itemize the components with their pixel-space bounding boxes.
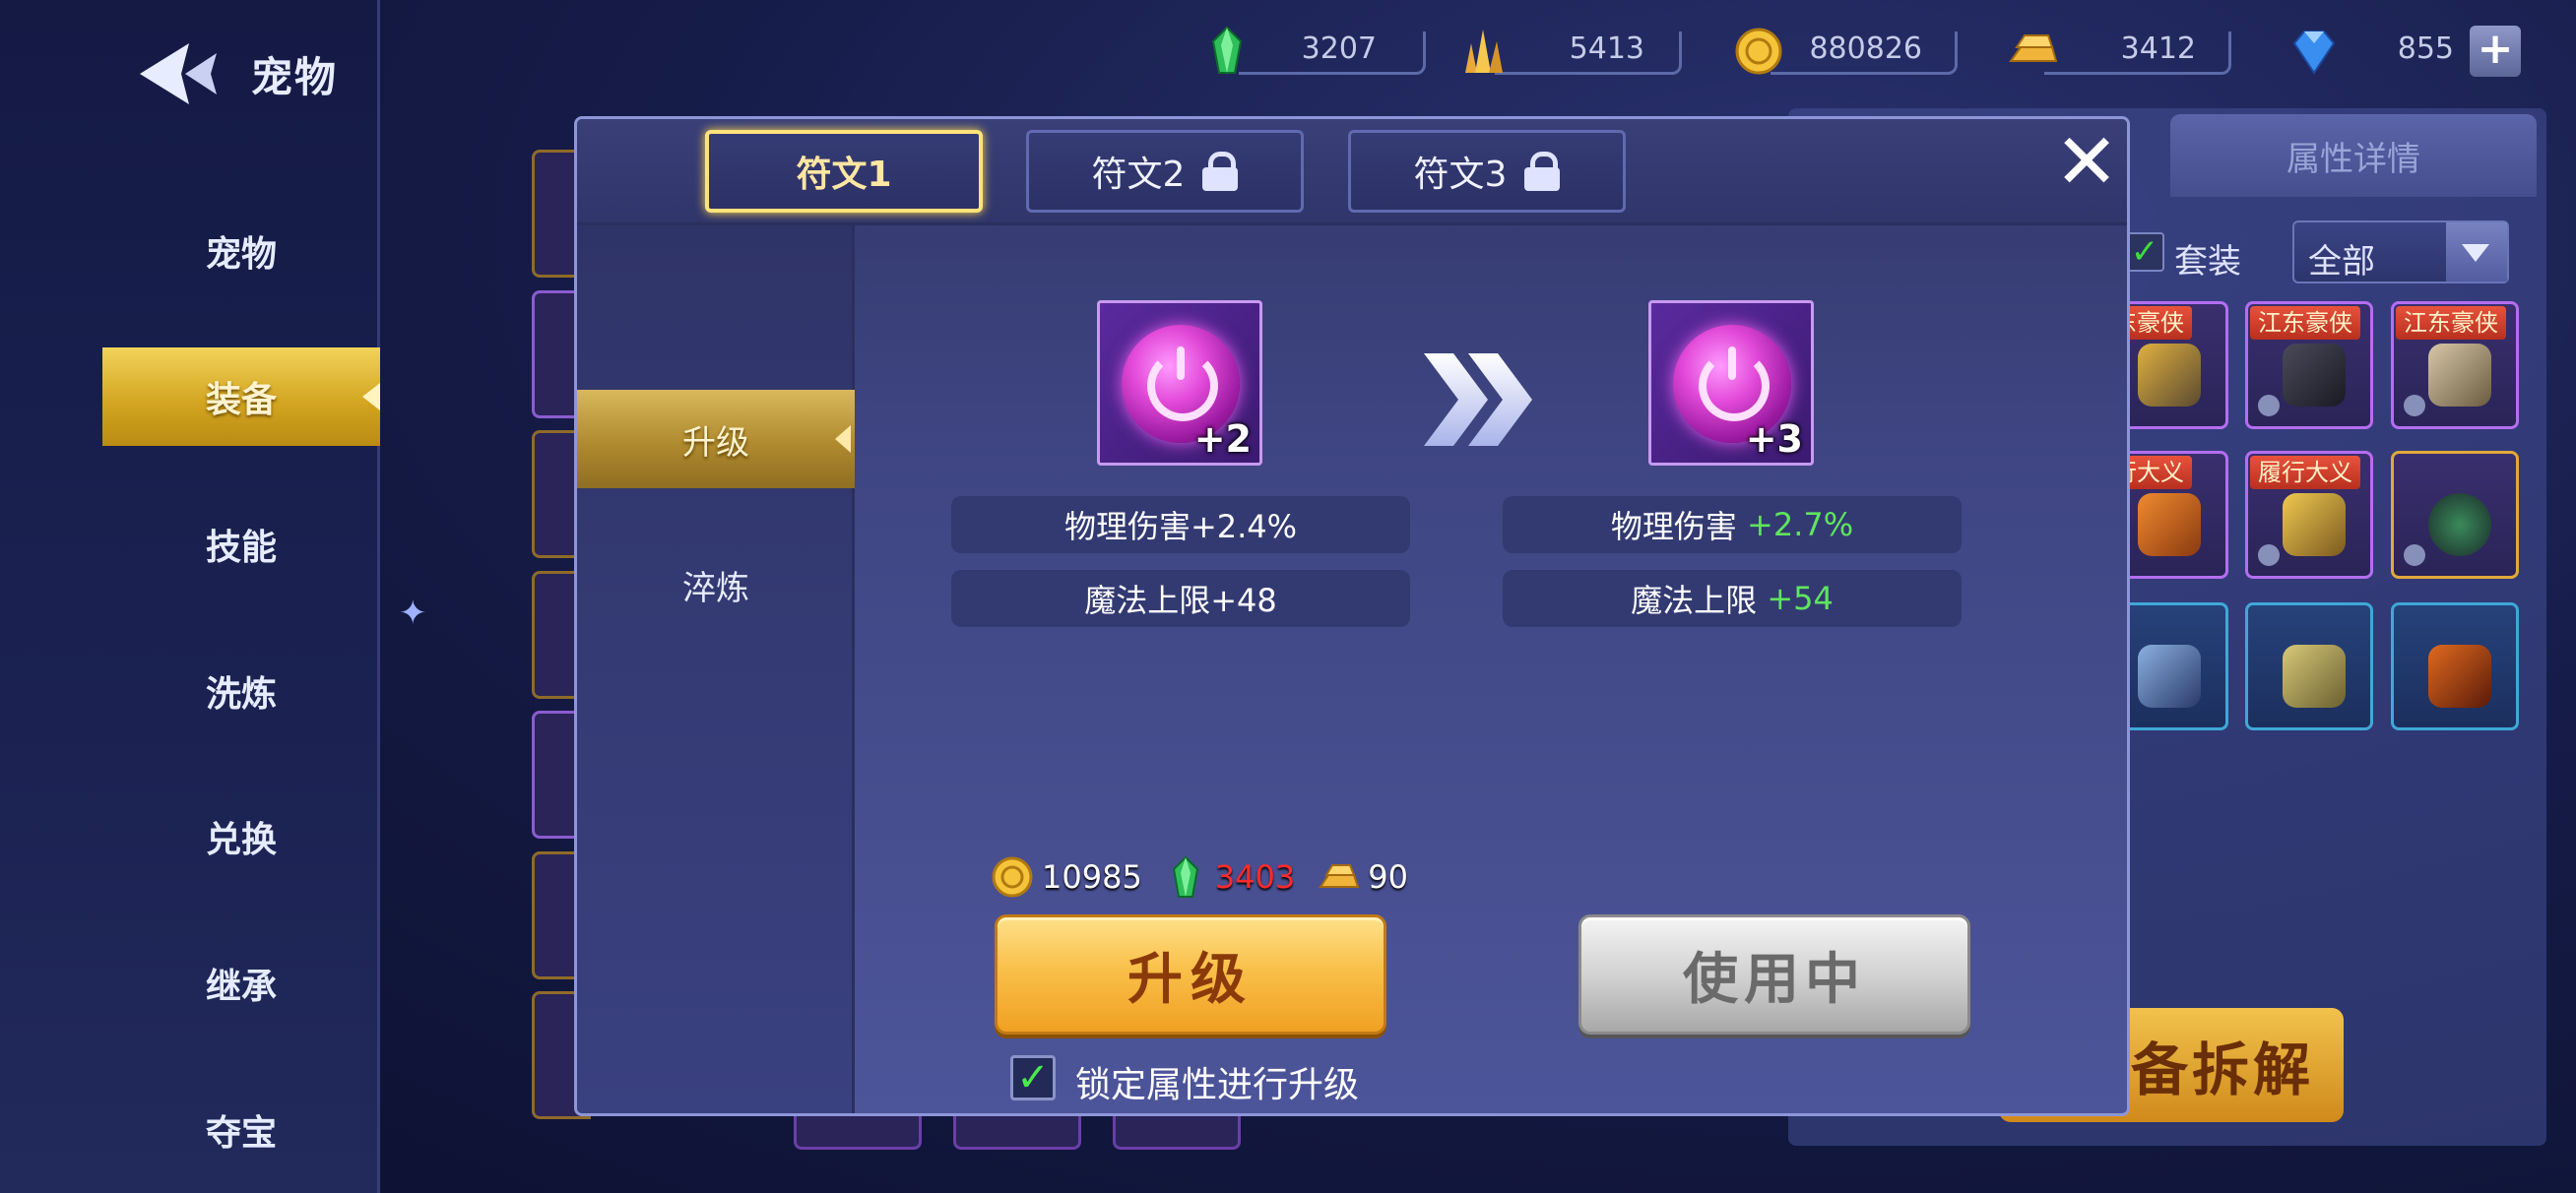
lock-attributes-label: 锁定属性进行升级	[1075, 1065, 1360, 1105]
currency-green-gem: 3207	[1199, 22, 1426, 77]
sidebar-item-skill[interactable]: 技能	[102, 495, 380, 594]
next-rune-level: +3	[1745, 417, 1803, 461]
next-stat-magic-limit: 魔法上限 +54	[1503, 570, 1962, 627]
double-chevron-right-icon	[1424, 353, 1532, 446]
suit-filter-label: 套装	[2174, 242, 2241, 282]
gold-coin-icon	[1735, 28, 1782, 75]
gauntlet-icon	[2283, 645, 2346, 708]
tab-attribute-details[interactable]: 属性详情	[2170, 114, 2537, 197]
left-sidebar: 宠物 宠物 装备 技能 洗炼 兑换 继承 夺宝	[0, 0, 380, 1193]
sidebar-item-pet[interactable]: 宠物	[102, 202, 380, 300]
cost-gem-value: 3403	[1214, 858, 1296, 896]
lock-icon	[1202, 152, 1239, 191]
tab-rune-3[interactable]: 符文3	[1348, 130, 1626, 213]
sidebar-item-inherit[interactable]: 继承	[102, 934, 380, 1033]
filter-select-value: 全部	[2308, 242, 2375, 282]
sidebar-item-treasure[interactable]: 夺宝	[102, 1081, 380, 1179]
armor-icon	[2283, 344, 2346, 407]
inventory-item[interactable]	[2391, 602, 2519, 730]
in-use-button[interactable]: 使用中	[1578, 914, 1970, 1035]
belt-icon	[2138, 493, 2201, 556]
sidebar-item-refine[interactable]: 洗炼	[102, 642, 380, 740]
sidebar-item-label: 装备	[205, 380, 277, 420]
currency-gold-coin: 880826	[1731, 22, 1958, 77]
side-item-upgrade[interactable]: 升级	[577, 390, 855, 488]
currency-blue-diamond: 855	[2286, 22, 2483, 77]
back-arrow-icon[interactable]	[138, 39, 226, 108]
cost-gold-bar-value: 90	[1368, 858, 1408, 896]
lock-icon	[2404, 395, 2425, 416]
sidebar-item-exchange[interactable]: 兑换	[102, 787, 380, 886]
currency-gold-bar: 3412	[2005, 22, 2231, 77]
gold-bar-icon	[2009, 34, 2058, 62]
lock-icon	[2258, 395, 2280, 416]
tab-rune-2[interactable]: 符文2	[1026, 130, 1304, 213]
rune-tab-bar: 符文1 符文2 符文3 ✕	[577, 119, 2127, 225]
boots-icon	[2138, 344, 2201, 407]
inventory-item[interactable]: 江东豪侠	[2391, 301, 2519, 429]
current-rune-icon: +2	[1097, 300, 1262, 466]
helmet-icon	[2283, 493, 2346, 556]
suit-filter-checkbox[interactable]: ✓	[2125, 232, 2164, 272]
stat-increase-value: +54	[1767, 580, 1834, 617]
inventory-item[interactable]: 江东豪侠	[2245, 301, 2373, 429]
cape-icon	[2428, 645, 2491, 708]
sidebar-item-equipment[interactable]: 装备	[102, 347, 380, 446]
filter-select[interactable]: 全部	[2292, 220, 2509, 283]
add-currency-button[interactable]: +	[2470, 26, 2521, 77]
next-stat-physical-damage: 物理伤害 +2.7%	[1503, 496, 1962, 553]
green-gem-icon	[1172, 855, 1198, 898]
current-rune-level: +2	[1193, 417, 1252, 461]
upgrade-button[interactable]: 升级	[995, 914, 1386, 1035]
current-stat-physical-damage: 物理伤害+2.4%	[951, 496, 1410, 553]
rune-upgrade-dialog: 符文1 符文2 符文3 ✕ 升级 淬炼 +2 +3 物理伤害+2.4% 魔法上限…	[574, 116, 2130, 1116]
lock-icon	[2258, 544, 2280, 566]
lock-attributes-checkbox[interactable]: ✓	[1010, 1055, 1056, 1100]
current-stat-magic-limit: 魔法上限+48	[951, 570, 1410, 627]
chevron-down-icon	[2446, 222, 2507, 282]
mask-icon	[2428, 493, 2491, 556]
stat-increase-value: +2.7%	[1747, 506, 1854, 543]
lock-icon	[1524, 152, 1561, 191]
inventory-item[interactable]: 履行大义	[2245, 451, 2373, 579]
active-indicator-icon	[362, 383, 380, 410]
gold-coin-icon	[992, 856, 1033, 898]
page-title: 宠物	[251, 53, 339, 101]
tab-rune-1[interactable]: 符文1	[705, 130, 983, 213]
upgrade-cost: 10985 3403 90	[991, 849, 1422, 905]
inventory-item[interactable]	[2391, 451, 2519, 579]
inventory-item[interactable]	[2245, 602, 2373, 730]
next-rune-icon: +3	[1648, 300, 1814, 466]
blue-diamond-icon	[2292, 31, 2336, 75]
armor-icon	[2428, 344, 2491, 407]
side-item-temper[interactable]: 淬炼	[577, 535, 855, 634]
sparkle-icon: ✦	[399, 594, 427, 633]
gold-crystal-icon	[1465, 30, 1503, 73]
gold-bar-icon	[1319, 864, 1360, 888]
cost-gold-value: 10985	[1042, 858, 1142, 896]
close-icon[interactable]: ✕	[2054, 124, 2119, 201]
currency-gold-crystal: 5413	[1455, 22, 1682, 77]
rune-side-menu: 升级 淬炼	[577, 225, 855, 1113]
gauntlet-icon	[2138, 645, 2201, 708]
lock-icon	[2404, 544, 2425, 566]
